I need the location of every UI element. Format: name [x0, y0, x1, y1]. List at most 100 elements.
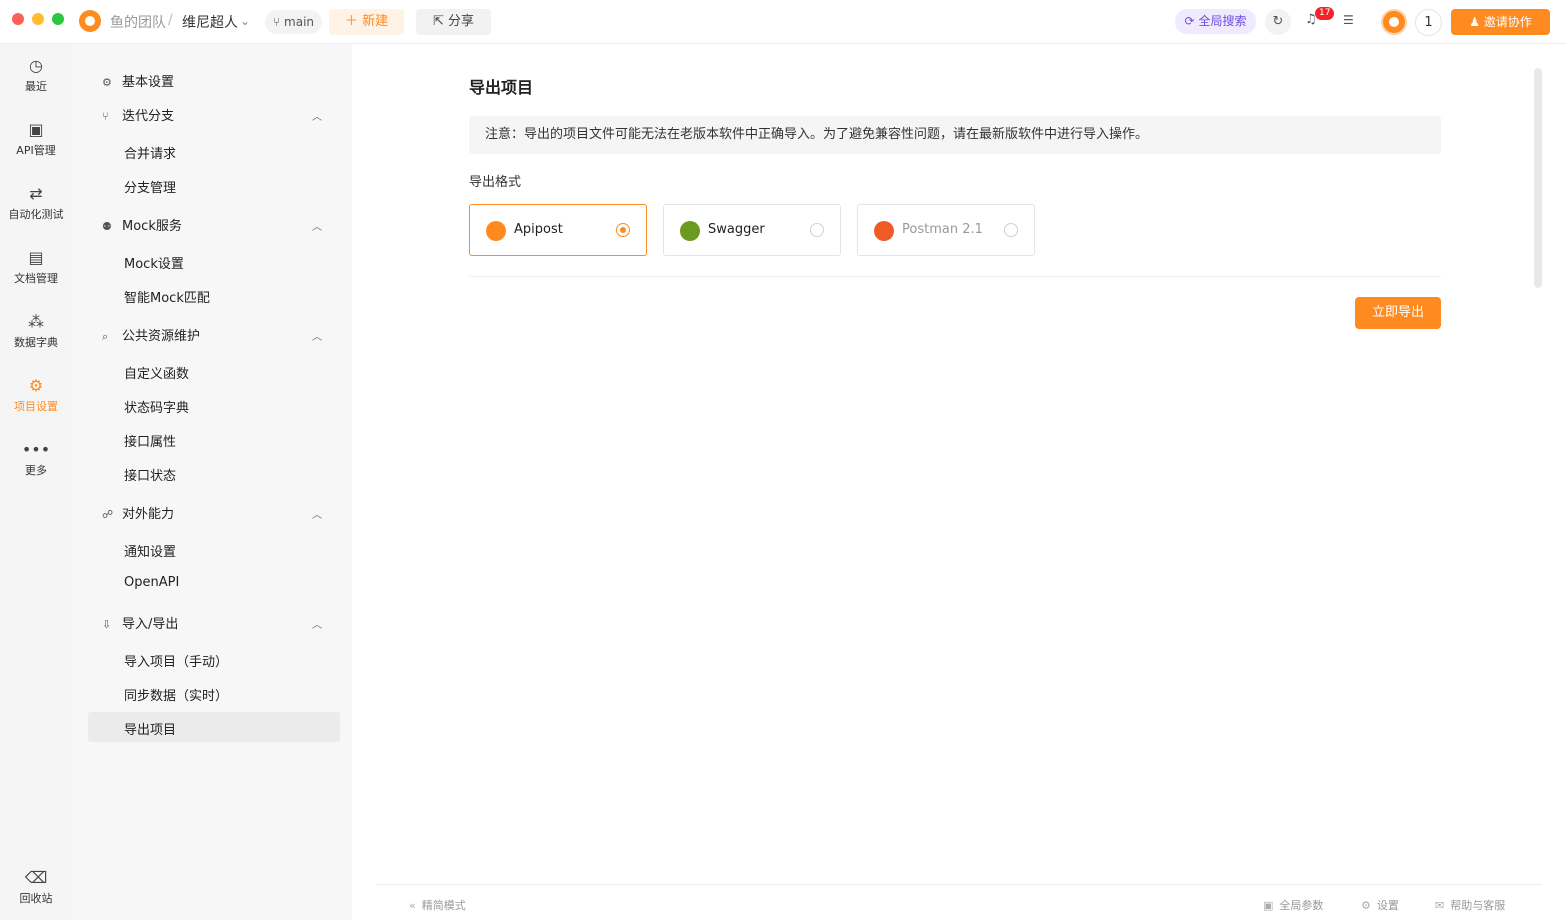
format-label: 导出格式: [469, 175, 522, 190]
document-icon: ▤: [28, 248, 44, 267]
format-radio[interactable]: [810, 223, 824, 237]
chevron-up-icon[interactable]: ︿: [312, 328, 322, 343]
collapse-icon: «: [409, 899, 416, 912]
settings-api-props[interactable]: 接口属性: [124, 431, 176, 450]
global-params-label: 全局参数: [1279, 899, 1324, 912]
settings-mock-settings[interactable]: Mock设置: [124, 253, 184, 272]
minimize-window-button[interactable]: [32, 13, 44, 25]
settings-basic-label: 基本设置: [122, 75, 175, 90]
settings-group-iteration[interactable]: ⑂ 迭代分支: [102, 105, 174, 124]
changelog-icon[interactable]: ☰: [1343, 13, 1354, 27]
group-label: 迭代分支: [122, 109, 175, 124]
share-nodes-icon: ☍: [102, 508, 114, 521]
nav-label: API管理: [16, 144, 56, 157]
flow-icon: ⇄: [29, 184, 43, 203]
history-icon: ◷: [29, 56, 43, 75]
chevron-up-icon[interactable]: ︿: [312, 108, 322, 123]
swagger-logo-icon: [680, 221, 700, 241]
format-option-postman[interactable]: Postman 2.1: [857, 204, 1035, 256]
mock-icon: ⚉: [102, 220, 112, 233]
divider: [469, 276, 1441, 277]
format-name: Postman 2.1: [902, 222, 983, 237]
settings-custom-functions[interactable]: 自定义函数: [124, 363, 189, 382]
settings-sidebar: ⚙ 基本设置 ⑂ 迭代分支 ︿ 合并请求 分支管理 ⚉ Mock服务 ︿ Mock设置…: [72, 44, 352, 920]
help-button[interactable]: ✉ 帮助与客服: [1435, 897, 1505, 913]
left-nav: ◷ 最近 ▣ API管理 ⇄ 自动化测试 ▤ 文档管理 ⁂ 数据字典 ⚙ 项目设…: [0, 44, 72, 920]
invite-button[interactable]: ♟ 邀请协作: [1451, 9, 1550, 35]
nav-item-api[interactable]: ▣ API管理: [0, 120, 72, 158]
nav-item-trash[interactable]: ⌫ 回收站: [0, 868, 72, 906]
group-label: Mock服务: [122, 219, 182, 234]
breadcrumb-project[interactable]: 维尼超人: [182, 12, 238, 32]
branch-icon: ⑂: [273, 15, 281, 29]
compatibility-notice: 注意：导出的项目文件可能无法在老版本软件中正确导入。为了避免兼容性问题，请在最新…: [469, 116, 1441, 154]
maximize-window-button[interactable]: [52, 13, 64, 25]
api-icon: ▣: [28, 120, 44, 139]
settings-group-mock[interactable]: ⚉ Mock服务: [102, 215, 182, 234]
nav-label: 项目设置: [14, 400, 58, 413]
settings-export-project[interactable]: 导出项目: [124, 719, 176, 738]
nav-item-project-settings[interactable]: ⚙ 项目设置: [0, 376, 72, 414]
branch-name: main: [284, 15, 315, 29]
nav-item-docs[interactable]: ▤ 文档管理: [0, 248, 72, 286]
member-count[interactable]: 1: [1415, 9, 1442, 36]
settings-smart-mock[interactable]: 智能Mock匹配: [124, 287, 210, 306]
settings-group-import-export[interactable]: ⇩ 导入/导出: [102, 613, 178, 632]
apipost-logo-icon: [486, 221, 506, 241]
settings-group-public-resources[interactable]: ⌕ 公共资源维护: [102, 325, 200, 344]
settings-sync-realtime[interactable]: 同步数据（实时）: [124, 685, 228, 704]
settings-api-status[interactable]: 接口状态: [124, 465, 176, 484]
share-button-label: 分享: [448, 14, 475, 29]
nav-item-more[interactable]: ••• 更多: [0, 440, 72, 478]
nav-item-recent[interactable]: ◷ 最近: [0, 56, 72, 94]
compact-mode-button[interactable]: « 精简模式: [409, 897, 466, 913]
format-radio[interactable]: [616, 223, 630, 237]
nav-label: 最近: [25, 80, 47, 93]
format-option-swagger[interactable]: Swagger: [663, 204, 841, 256]
dictionary-icon: ⁂: [28, 312, 44, 331]
chevron-up-icon[interactable]: ︿: [312, 506, 322, 521]
global-search-button[interactable]: ⟳ 全局搜索: [1175, 9, 1256, 34]
breadcrumb-team[interactable]: 鱼的团队: [110, 12, 166, 32]
settings-notification[interactable]: 通知设置: [124, 541, 176, 560]
new-button[interactable]: ＋ 新建: [329, 9, 404, 35]
settings-branch-manage[interactable]: 分支管理: [124, 177, 176, 196]
branch-selector[interactable]: ⑂ main: [265, 10, 323, 34]
import-export-icon: ⇩: [102, 618, 112, 631]
postman-logo-icon: [874, 221, 894, 241]
settings-merge-request[interactable]: 合并请求: [124, 143, 176, 162]
nav-item-dictionary[interactable]: ⁂ 数据字典: [0, 312, 72, 350]
format-radio[interactable]: [1004, 223, 1018, 237]
nav-item-automation[interactable]: ⇄ 自动化测试: [0, 184, 72, 222]
compact-mode-label: 精简模式: [421, 899, 466, 912]
close-window-button[interactable]: [12, 13, 24, 25]
gear-icon: ⚙: [1361, 899, 1371, 912]
format-name: Swagger: [708, 222, 765, 237]
settings-import-manual[interactable]: 导入项目（手动）: [124, 651, 228, 670]
format-option-apipost[interactable]: Apipost: [469, 204, 647, 256]
share-button[interactable]: ⇱ 分享: [416, 9, 491, 35]
settings-status-codes[interactable]: 状态码字典: [124, 397, 189, 416]
settings-openapi[interactable]: OpenAPI: [124, 575, 179, 590]
chevron-up-icon[interactable]: ︿: [312, 616, 322, 631]
sync-button[interactable]: ↻: [1265, 9, 1291, 35]
avatar[interactable]: [1381, 9, 1407, 35]
nav-label: 文档管理: [14, 272, 58, 285]
settings-button[interactable]: ⚙ 设置: [1361, 897, 1399, 913]
help-label: 帮助与客服: [1450, 899, 1506, 912]
export-now-button[interactable]: 立即导出: [1355, 297, 1441, 329]
settings-group-external[interactable]: ☍ 对外能力: [102, 503, 174, 522]
settings-basic[interactable]: ⚙ 基本设置: [102, 71, 174, 90]
plus-icon: ＋: [344, 14, 358, 29]
group-label: 导入/导出: [122, 617, 179, 632]
search-icon: ⟳: [1184, 14, 1195, 28]
chevron-down-icon[interactable]: ⌄: [240, 14, 250, 28]
sync-icon: ↻: [1272, 14, 1284, 29]
share-icon: ⇱: [432, 14, 444, 29]
chevron-up-icon[interactable]: ︿: [312, 218, 322, 233]
scrollbar[interactable]: [1534, 68, 1542, 288]
app-logo-icon: [79, 10, 101, 32]
global-params-button[interactable]: ▣ 全局参数: [1263, 897, 1323, 913]
trash-icon: ⌫: [24, 868, 48, 887]
format-name: Apipost: [514, 222, 563, 237]
